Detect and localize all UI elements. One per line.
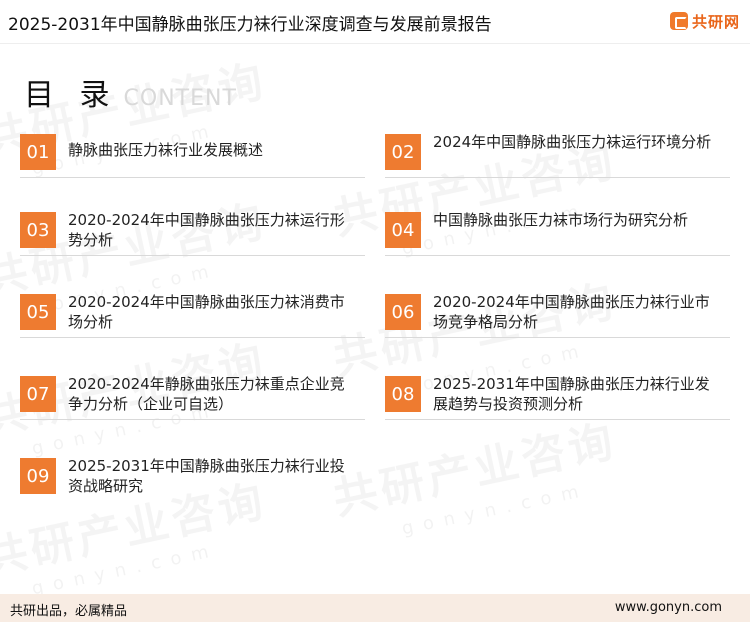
report-footer: 共研出品，必属精品 www.gonyn.com	[0, 594, 750, 622]
toc-item[interactable]: 02 2024年中国静脉曲张压力袜运行环境分析	[385, 118, 730, 178]
toc-heading: 目 录 CONTENT	[24, 70, 237, 114]
toc-item[interactable]: 06 2020-2024年中国静脉曲张压力袜行业市场竞争格局分析	[385, 278, 730, 338]
watermark-site: gonyn.com	[399, 479, 591, 540]
toc-item-number: 07	[20, 376, 56, 412]
toc-item-label: 2020-2024年中国静脉曲张压力袜行业市场竞争格局分析	[433, 293, 710, 331]
toc-item-number: 02	[385, 134, 421, 170]
report-title: 2025-2031年中国静脉曲张压力袜行业深度调查与发展前景报告	[8, 15, 492, 35]
toc-item-number: 05	[20, 294, 56, 330]
toc-subtitle: CONTENT	[123, 86, 237, 111]
toc-item[interactable]: 03 2020-2024年中国静脉曲张压力袜运行形势分析	[20, 196, 365, 256]
toc-item-label: 2025-2031年中国静脉曲张压力袜行业发展趋势与投资预测分析	[433, 375, 710, 413]
toc-item-label: 2024年中国静脉曲张压力袜运行环境分析	[433, 133, 712, 151]
toc-item-number: 06	[385, 294, 421, 330]
toc-item-label: 2025-2031年中国静脉曲张压力袜行业投资战略研究	[68, 457, 345, 495]
brand-logo: 共研网	[669, 9, 740, 33]
toc-item-label: 中国静脉曲张压力袜市场行为研究分析	[433, 211, 689, 229]
watermark-site: gonyn.com	[29, 539, 221, 594]
footer-url[interactable]: www.gonyn.com	[615, 600, 722, 615]
logo-icon	[669, 12, 688, 30]
logo-text: 共研网	[691, 12, 740, 31]
toc-item-label: 2020-2024年中国静脉曲张压力袜消费市场分析	[68, 293, 345, 331]
watermark-brand: 共研产业咨询	[326, 405, 621, 527]
toc-item-number: 09	[20, 458, 56, 494]
toc-item[interactable]: 04 中国静脉曲张压力袜市场行为研究分析	[385, 196, 730, 256]
toc-item[interactable]: 09 2025-2031年中国静脉曲张压力袜行业投资战略研究	[20, 442, 365, 502]
toc-item[interactable]: 05 2020-2024年中国静脉曲张压力袜消费市场分析	[20, 278, 365, 338]
toc-item-number: 01	[20, 134, 56, 170]
toc-item[interactable]: 08 2025-2031年中国静脉曲张压力袜行业发展趋势与投资预测分析	[385, 360, 730, 420]
toc-item-number: 04	[385, 212, 421, 248]
toc-item-label: 2020-2024年中国静脉曲张压力袜运行形势分析	[68, 211, 345, 249]
toc-item-label: 静脉曲张压力袜行业发展概述	[68, 141, 264, 159]
footer-slogan: 共研出品，必属精品	[10, 604, 128, 619]
toc-item-number: 03	[20, 212, 56, 248]
toc-title: 目 录	[24, 78, 118, 113]
toc-item[interactable]: 07 2020-2024年静脉曲张压力袜重点企业竞争力分析（企业可自选）	[20, 360, 365, 420]
toc-item[interactable]: 01 静脉曲张压力袜行业发展概述	[20, 118, 365, 178]
toc-item-number: 08	[385, 376, 421, 412]
toc-item-label: 2020-2024年静脉曲张压力袜重点企业竞争力分析（企业可自选）	[68, 375, 345, 413]
report-header: 2025-2031年中国静脉曲张压力袜行业深度调查与发展前景报告 共研网	[0, 0, 750, 44]
